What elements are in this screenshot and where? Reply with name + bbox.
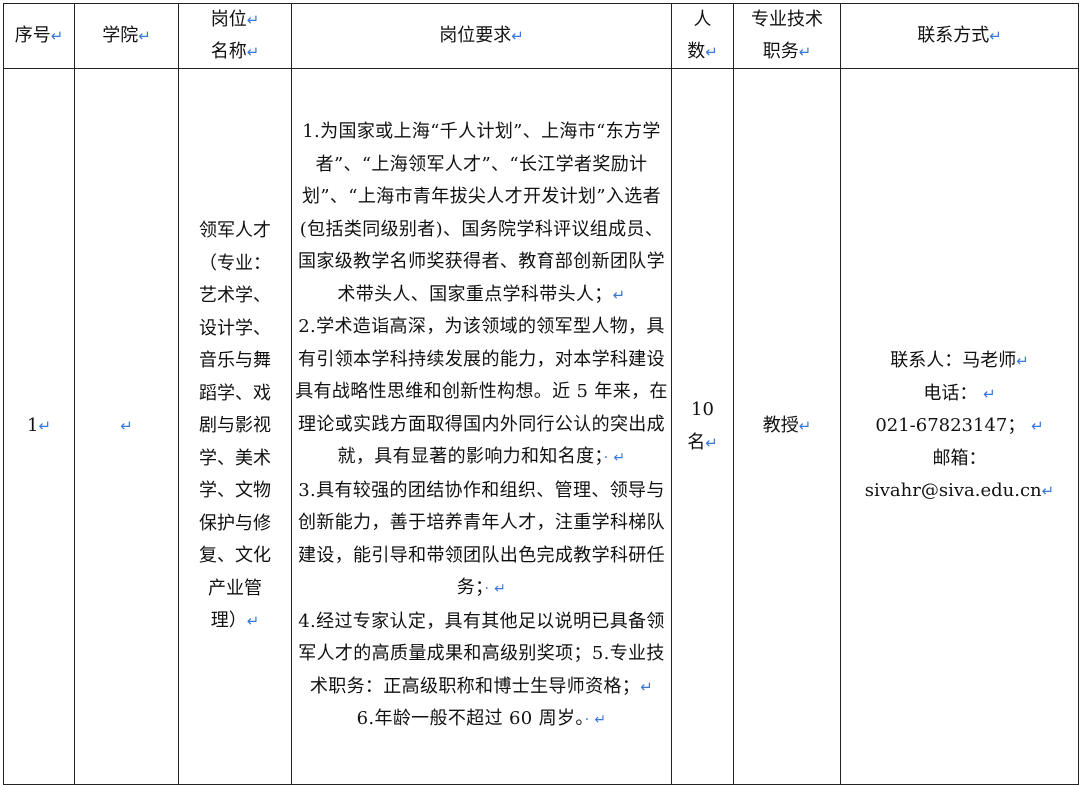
paragraph-mark-icon: ↵ [989, 27, 1002, 45]
paragraph-mark-icon: · ↵ [484, 581, 507, 598]
header-college: 学院↵ [74, 3, 179, 69]
contact-phone: 021-67823147； ↵ [875, 415, 1044, 437]
paragraph-mark-icon: ↵ [705, 433, 718, 452]
cell-post-name: 领军人才（专业：艺术学、设计学、音乐与舞蹈学、戏剧与影视学、美术学、文物保护与修… [178, 68, 292, 785]
paragraph-mark-icon: ↵ [1016, 352, 1029, 371]
table-row: 1↵ ↵ 领军人才（专业：艺术学、设计学、音乐与舞蹈学、戏剧与影视学、美术学、文… [3, 68, 1079, 785]
paragraph-mark-icon: ↵ [138, 27, 151, 45]
paragraph-mark-icon: ↵ [798, 43, 812, 61]
cell-count: 10 名↵ [671, 68, 734, 785]
contact-phone-label: 电话： ↵ [923, 382, 996, 404]
paragraph-mark-icon: ↵ [705, 43, 718, 61]
paragraph-mark-icon: ↵ [983, 384, 996, 403]
header-count: 人 数↵ [671, 3, 734, 69]
paragraph-mark-icon: ↵ [246, 612, 260, 631]
paragraph-mark-icon: ↵ [511, 27, 524, 45]
header-title: 专业技术 职务↵ [733, 3, 841, 69]
recruitment-table: 序号↵ 学院↵ 岗位↵ 名称↵ 岗位要求↵ 人 数↵ 专业技术 职务↵ 联系方式… [3, 3, 1079, 785]
requirement-item-3: 3.具有较强的团结协作和组织、管理、领导与创新能力，善于培养青年人才，注重学科梯… [298, 479, 665, 599]
contact-email-label: 邮箱： [932, 447, 987, 469]
requirement-item-1: 1.为国家或上海“千人计划”、上海市“东方学者”、“上海领军人才”、“长江学者奖… [298, 121, 665, 305]
requirement-item-2: 2.学术造诣高深，为该领域的领军型人物，具有引领本学科持续发展的能力，对本学科建… [295, 316, 668, 468]
cell-contact: 联系人：马老师↵ 电话： ↵ 021-67823147； ↵ 邮箱： sivah… [840, 68, 1079, 785]
contact-person: 联系人：马老师↵ [890, 350, 1029, 372]
header-contact: 联系方式↵ [840, 3, 1079, 69]
cell-requirements: 1.为国家或上海“千人计划”、上海市“东方学者”、“上海领军人才”、“长江学者奖… [291, 68, 672, 785]
header-index: 序号↵ [3, 3, 75, 69]
table-header-row: 序号↵ 学院↵ 岗位↵ 名称↵ 岗位要求↵ 人 数↵ 专业技术 职务↵ 联系方式… [3, 3, 1079, 69]
paragraph-mark-icon: · ↵ [603, 450, 626, 467]
requirement-item-4: 4.经过专家认定，具有其他足以说明已具备领军人才的高质量成果和高级别奖项；5.专… [298, 610, 665, 697]
paragraph-mark-icon: ↵ [1041, 482, 1055, 501]
paragraph-mark-icon: ↵ [246, 11, 260, 29]
paragraph-mark-icon: ↵ [50, 27, 64, 45]
contact-email: sivahr@siva.edu.cn↵ [864, 480, 1055, 502]
cell-title: 教授↵ [733, 68, 841, 785]
paragraph-mark-icon: ↵ [38, 417, 52, 436]
header-requirements: 岗位要求↵ [291, 3, 672, 69]
cell-index: 1↵ [3, 68, 75, 785]
paragraph-mark-icon: ↵ [640, 677, 654, 696]
paragraph-mark-icon: ↵ [1031, 417, 1044, 436]
paragraph-mark-icon: ↵ [612, 285, 626, 304]
requirement-item-5: 6.年龄一般不超过 60 周岁。· ↵ [356, 708, 607, 730]
paragraph-mark-icon: ↵ [120, 417, 133, 436]
paragraph-mark-icon: ↵ [246, 43, 260, 61]
paragraph-mark-icon: · ↵ [584, 712, 607, 729]
cell-college: ↵ [74, 68, 179, 785]
paragraph-mark-icon: ↵ [798, 417, 812, 436]
header-post-name: 岗位↵ 名称↵ [178, 3, 292, 69]
